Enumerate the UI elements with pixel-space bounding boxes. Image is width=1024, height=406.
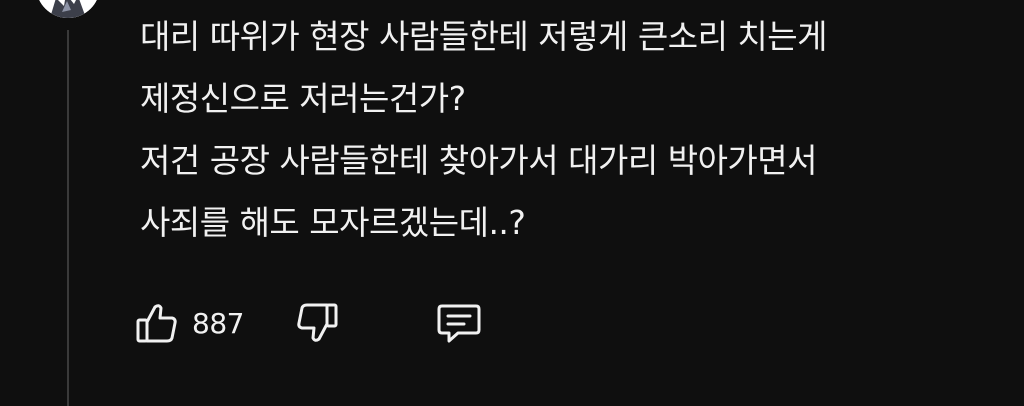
like-button[interactable]: 887 — [134, 300, 294, 346]
comment-actions: 887 — [134, 296, 494, 350]
comment-line: 대리 따위가 현장 사람들한테 저렇게 큰소리 치는게 — [140, 17, 828, 56]
more-options-icon[interactable] — [956, 0, 996, 2]
thumbs-up-icon — [134, 300, 180, 346]
dislike-button[interactable] — [294, 300, 434, 346]
reply-button[interactable] — [434, 298, 494, 348]
comment-line: 제정신으로 저러는건가? — [140, 79, 466, 118]
thumbs-down-icon — [294, 300, 340, 346]
avatar[interactable] — [36, 0, 100, 18]
comment-line: 사죄를 해도 모자르겠는데..? — [140, 203, 526, 242]
thread-line — [67, 30, 69, 406]
like-count: 887 — [192, 306, 244, 340]
comment-body: 대리 따위가 현장 사람들한테 저렇게 큰소리 치는게 제정신으로 저러는건가?… — [140, 6, 980, 254]
comment-reply-icon — [434, 298, 484, 348]
comment-line: 저건 공장 사람들한테 찾아가서 대가리 박아가면서 — [140, 141, 818, 180]
